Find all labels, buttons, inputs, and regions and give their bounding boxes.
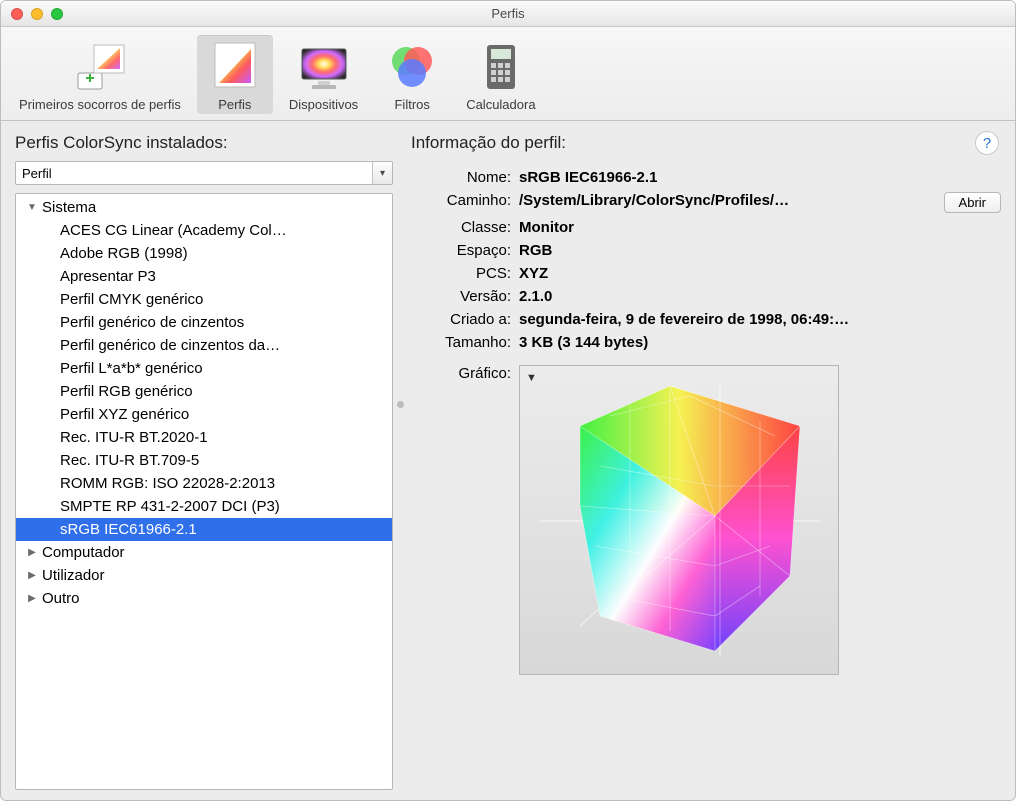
list-item[interactable]: Perfil RGB genérico	[16, 380, 392, 403]
list-item[interactable]: Rec. ITU-R BT.2020-1	[16, 426, 392, 449]
value-class: Monitor	[519, 219, 1001, 236]
first-aid-profiles-icon	[72, 39, 128, 95]
titlebar[interactable]: Perfis	[1, 1, 1015, 27]
label-name: Nome:	[411, 169, 511, 186]
chevron-down-icon[interactable]: ▾	[372, 162, 392, 184]
close-icon[interactable]	[11, 8, 23, 20]
disclosure-triangle-icon[interactable]: ▶	[26, 547, 38, 558]
label-space: Espaço:	[411, 242, 511, 259]
left-panel: Perfis ColorSync instalados: Perfil ▾ ▼ …	[1, 121, 401, 800]
help-button[interactable]: ?	[975, 131, 999, 155]
group-computador[interactable]: ▶ Computador	[16, 541, 392, 564]
body: Perfis ColorSync instalados: Perfil ▾ ▼ …	[1, 121, 1015, 800]
list-item[interactable]: Perfil genérico de cinzentos da…	[16, 334, 392, 357]
toolbar-calculadora[interactable]: Calculadora	[456, 35, 545, 114]
list-item[interactable]: Apresentar P3	[16, 265, 392, 288]
profile-info-title: Informação do perfil:	[411, 133, 1001, 153]
list-item[interactable]: ACES CG Linear (Academy Col…	[16, 219, 392, 242]
toolbar-label: Dispositivos	[289, 97, 358, 112]
toolbar-primeiros-socorros[interactable]: Primeiros socorros de perfis	[9, 35, 191, 114]
disclosure-triangle-icon[interactable]: ▶	[26, 570, 38, 581]
item-label: Perfil genérico de cinzentos da…	[60, 337, 280, 354]
item-label: Perfil RGB genérico	[60, 383, 193, 400]
item-label: SMPTE RP 431-2-2007 DCI (P3)	[60, 498, 280, 515]
label-created: Criado a:	[411, 311, 511, 328]
item-label: Perfil genérico de cinzentos	[60, 314, 244, 331]
list-item[interactable]: Perfil XYZ genérico	[16, 403, 392, 426]
label-size: Tamanho:	[411, 334, 511, 351]
list-item[interactable]: Perfil CMYK genérico	[16, 288, 392, 311]
list-item[interactable]: Perfil genérico de cinzentos	[16, 311, 392, 334]
list-item[interactable]: Rec. ITU-R BT.709-5	[16, 449, 392, 472]
group-outro[interactable]: ▶ Outro	[16, 587, 392, 610]
graph-row: Gráfico: ▼	[411, 365, 1001, 675]
value-size: 3 KB (3 144 bytes)	[519, 334, 1001, 351]
toolbar-label: Calculadora	[466, 97, 535, 112]
filters-icon	[384, 39, 440, 95]
zoom-icon[interactable]	[51, 8, 63, 20]
label-graph: Gráfico:	[411, 365, 511, 675]
item-label: ACES CG Linear (Academy Col…	[60, 222, 287, 239]
label-class: Classe:	[411, 219, 511, 236]
value-version: 2.1.0	[519, 288, 1001, 305]
item-label: Perfil L*a*b* genérico	[60, 360, 203, 377]
group-label: Computador	[42, 544, 125, 561]
label-path: Caminho:	[411, 192, 511, 209]
value-space: RGB	[519, 242, 1001, 259]
group-label: Sistema	[42, 199, 96, 216]
calculator-icon	[473, 39, 529, 95]
toolbar-label: Filtros	[394, 97, 429, 112]
toolbar-label: Primeiros socorros de perfis	[19, 97, 181, 112]
display-icon	[296, 39, 352, 95]
disclosure-triangle-icon[interactable]: ▶	[26, 593, 38, 604]
list-item[interactable]: Adobe RGB (1998)	[16, 242, 392, 265]
right-panel: ? Informação do perfil: Nome: sRGB IEC61…	[401, 121, 1015, 800]
item-label: sRGB IEC61966-2.1	[60, 521, 197, 538]
list-item[interactable]: SMPTE RP 431-2-2007 DCI (P3)	[16, 495, 392, 518]
colorsync-window: Perfis	[0, 0, 1016, 801]
profiles-icon	[207, 39, 263, 95]
group-sistema[interactable]: ▼ Sistema	[16, 196, 392, 219]
disclosure-triangle-icon[interactable]: ▼	[26, 202, 38, 213]
profile-info-table: Nome: sRGB IEC61966-2.1 Caminho: /System…	[411, 169, 1001, 351]
toolbar-filtros[interactable]: Filtros	[374, 35, 450, 114]
toolbar-dispositivos[interactable]: Dispositivos	[279, 35, 368, 114]
minimize-icon[interactable]	[31, 8, 43, 20]
window-controls	[11, 8, 63, 20]
question-icon: ?	[983, 135, 991, 152]
toolbar: Primeiros socorros de perfis	[1, 27, 1015, 121]
sort-by-dropdown[interactable]: Perfil ▾	[15, 161, 393, 185]
installed-profiles-title: Perfis ColorSync instalados:	[15, 133, 397, 153]
item-label: Apresentar P3	[60, 268, 156, 285]
item-label: ROMM RGB: ISO 22028-2:2013	[60, 475, 275, 492]
dropdown-label: Perfil	[22, 166, 52, 181]
item-label: Perfil XYZ genérico	[60, 406, 189, 423]
item-label: Adobe RGB (1998)	[60, 245, 188, 262]
item-label: Rec. ITU-R BT.709-5	[60, 452, 199, 469]
window-title: Perfis	[491, 6, 524, 21]
toolbar-label: Perfis	[218, 97, 251, 112]
profiles-listbox[interactable]: ▼ Sistema ACES CG Linear (Academy Col… A…	[15, 193, 393, 790]
list-item[interactable]: Perfil L*a*b* genérico	[16, 357, 392, 380]
list-item-selected[interactable]: sRGB IEC61966-2.1	[16, 518, 392, 541]
item-label: Perfil CMYK genérico	[60, 291, 203, 308]
value-path: /System/Library/ColorSync/Profiles/…	[519, 192, 936, 209]
toolbar-perfis[interactable]: Perfis	[197, 35, 273, 114]
list-item[interactable]: ROMM RGB: ISO 22028-2:2013	[16, 472, 392, 495]
value-pcs: XYZ	[519, 265, 1001, 282]
group-label: Outro	[42, 590, 80, 607]
gamut-graph[interactable]: ▼	[519, 365, 839, 675]
label-version: Versão:	[411, 288, 511, 305]
value-name: sRGB IEC61966-2.1	[519, 169, 1001, 186]
label-pcs: PCS:	[411, 265, 511, 282]
value-created: segunda-feira, 9 de fevereiro de 1998, 0…	[519, 311, 1001, 328]
group-utilizador[interactable]: ▶ Utilizador	[16, 564, 392, 587]
group-label: Utilizador	[42, 567, 105, 584]
item-label: Rec. ITU-R BT.2020-1	[60, 429, 208, 446]
open-button[interactable]: Abrir	[944, 192, 1001, 213]
